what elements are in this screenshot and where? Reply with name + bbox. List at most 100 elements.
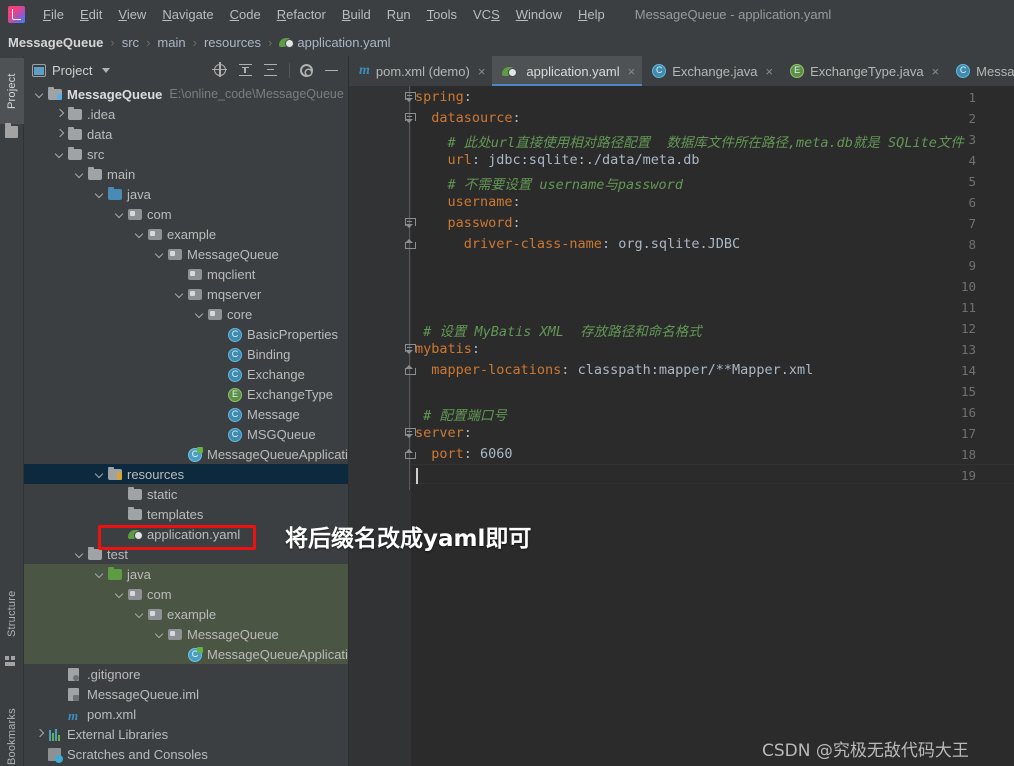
- tree-row[interactable]: External Libraries: [24, 724, 348, 744]
- breadcrumb-item-src[interactable]: src: [122, 35, 139, 50]
- editor-tab[interactable]: CMessag×: [946, 56, 1014, 86]
- close-icon[interactable]: ×: [932, 64, 940, 79]
- chevron-down-icon[interactable]: [94, 189, 105, 200]
- menu-item-view[interactable]: View: [110, 5, 154, 24]
- tree-row[interactable]: resources: [24, 464, 348, 484]
- menu-item-build[interactable]: Build: [334, 5, 379, 24]
- chevron-down-icon[interactable]: [54, 149, 65, 160]
- editor-gutter[interactable]: [349, 86, 411, 766]
- editor-tab[interactable]: m pom.xml (demo) ×: [349, 56, 492, 86]
- code-token: mybatis: [415, 341, 472, 357]
- menu-item-file[interactable]: File: [35, 5, 72, 24]
- fold-end-icon[interactable]: [405, 239, 416, 249]
- tree-row[interactable]: MessageQueue E:\online_code\MessageQueue: [24, 84, 348, 104]
- tree-row[interactable]: src: [24, 144, 348, 164]
- close-icon[interactable]: ×: [628, 64, 636, 79]
- fold-end-icon[interactable]: [405, 449, 416, 459]
- chevron-down-icon[interactable]: [34, 89, 45, 100]
- breadcrumb-item-file[interactable]: application.yaml: [297, 35, 390, 50]
- tree-row[interactable]: C Binding: [24, 344, 348, 364]
- fold-end-icon[interactable]: [405, 365, 416, 375]
- chevron-down-icon[interactable]: [74, 549, 85, 560]
- breadcrumb-item-project[interactable]: MessageQueue: [8, 35, 103, 50]
- tree-row[interactable]: example: [24, 604, 348, 624]
- fold-collapse-icon[interactable]: [405, 218, 416, 228]
- tree-row[interactable]: C MSGQueue: [24, 424, 348, 444]
- editor-tab[interactable]: C Exchange.java ×: [642, 56, 780, 86]
- fold-collapse-icon[interactable]: [405, 113, 416, 123]
- collapse-all-icon[interactable]: [264, 63, 279, 78]
- tree-row[interactable]: MessageQueue: [24, 244, 348, 264]
- tool-window-tab-bookmarks[interactable]: Bookmarks: [0, 696, 24, 766]
- tree-row[interactable]: main: [24, 164, 348, 184]
- chevron-down-icon[interactable]: [114, 209, 125, 220]
- editor-tab[interactable]: E ExchangeType.java ×: [780, 56, 946, 86]
- editor-tab[interactable]: application.yaml ×: [492, 56, 643, 86]
- close-icon[interactable]: ×: [478, 64, 486, 79]
- chevron-down-icon[interactable]: [194, 309, 205, 320]
- fold-collapse-icon[interactable]: [405, 344, 416, 354]
- tree-row[interactable]: C BasicProperties: [24, 324, 348, 344]
- locate-icon[interactable]: [212, 61, 229, 78]
- breadcrumb-separator: ›: [192, 34, 197, 50]
- breadcrumb-item-main[interactable]: main: [157, 35, 185, 50]
- tree-row[interactable]: MessageQueue: [24, 624, 348, 644]
- tool-window-tab-project[interactable]: Project: [0, 58, 24, 124]
- close-icon[interactable]: ×: [766, 64, 774, 79]
- menu-item-tools[interactable]: Tools: [419, 5, 465, 24]
- chevron-down-icon[interactable]: [74, 169, 85, 180]
- tree-row[interactable]: E ExchangeType: [24, 384, 348, 404]
- chevron-right-icon[interactable]: [54, 109, 65, 120]
- menu-item-vcs[interactable]: VCS: [465, 5, 508, 24]
- tree-row[interactable]: example: [24, 224, 348, 244]
- tree-row[interactable]: java: [24, 564, 348, 584]
- chevron-down-icon[interactable]: [174, 289, 185, 300]
- tree-row[interactable]: com: [24, 584, 348, 604]
- chevron-down-icon[interactable]: [102, 67, 111, 73]
- tree-row[interactable]: .idea: [24, 104, 348, 124]
- tree-row[interactable]: mqserver: [24, 284, 348, 304]
- minimize-icon[interactable]: [325, 63, 340, 78]
- fold-collapse-icon[interactable]: [405, 92, 416, 102]
- tree-row[interactable]: MessageQueue.iml: [24, 684, 348, 704]
- menu-item-refactor[interactable]: Refactor: [269, 5, 334, 24]
- chevron-down-icon[interactable]: [94, 469, 105, 480]
- tree-row[interactable]: m pom.xml: [24, 704, 348, 724]
- code-editor[interactable]: 1 spring: 2 datasource: 3 # 此处url直接使用相对路径配置 数…: [349, 86, 1014, 766]
- expand-all-icon[interactable]: [239, 63, 254, 78]
- tree-row[interactable]: java: [24, 184, 348, 204]
- chevron-down-icon[interactable]: [134, 229, 145, 240]
- chevron-down-icon[interactable]: [94, 569, 105, 580]
- gear-icon[interactable]: [300, 63, 315, 78]
- project-tree[interactable]: MessageQueue E:\online_code\MessageQueue.…: [24, 84, 348, 766]
- tree-row[interactable]: static: [24, 484, 348, 504]
- tree-row[interactable]: CMessageQueueApplicationT: [24, 644, 348, 664]
- code-line: url: jdbc:sqlite:./data/meta.db: [448, 152, 700, 168]
- chevron-down-icon[interactable]: [154, 629, 165, 640]
- menu-item-code[interactable]: Code: [222, 5, 269, 24]
- tool-window-tab-structure[interactable]: Structure: [0, 576, 24, 652]
- menu-item-window[interactable]: Window: [508, 5, 570, 24]
- tree-row[interactable]: C Exchange: [24, 364, 348, 384]
- tree-row[interactable]: C MessageQueueApplication: [24, 444, 348, 464]
- menu-item-navigate[interactable]: Navigate: [154, 5, 221, 24]
- tree-row[interactable]: core: [24, 304, 348, 324]
- package-icon: [148, 228, 163, 241]
- tree-row-label: main: [107, 166, 136, 182]
- tree-row[interactable]: data: [24, 124, 348, 144]
- tree-row[interactable]: .gitignore: [24, 664, 348, 684]
- tree-row[interactable]: mqclient: [24, 264, 348, 284]
- tree-row[interactable]: com: [24, 204, 348, 224]
- fold-collapse-icon[interactable]: [405, 428, 416, 438]
- breadcrumb-item-resources[interactable]: resources: [204, 35, 261, 50]
- chevron-right-icon[interactable]: [54, 129, 65, 140]
- tree-row[interactable]: C Message: [24, 404, 348, 424]
- menu-item-edit[interactable]: Edit: [72, 5, 110, 24]
- chevron-down-icon[interactable]: [114, 589, 125, 600]
- menu-item-run[interactable]: Run: [379, 5, 419, 24]
- menu-item-help[interactable]: Help: [570, 5, 613, 24]
- chevron-right-icon[interactable]: [34, 729, 45, 740]
- tree-row[interactable]: Scratches and Consoles: [24, 744, 348, 764]
- chevron-down-icon[interactable]: [134, 609, 145, 620]
- chevron-down-icon[interactable]: [154, 249, 165, 260]
